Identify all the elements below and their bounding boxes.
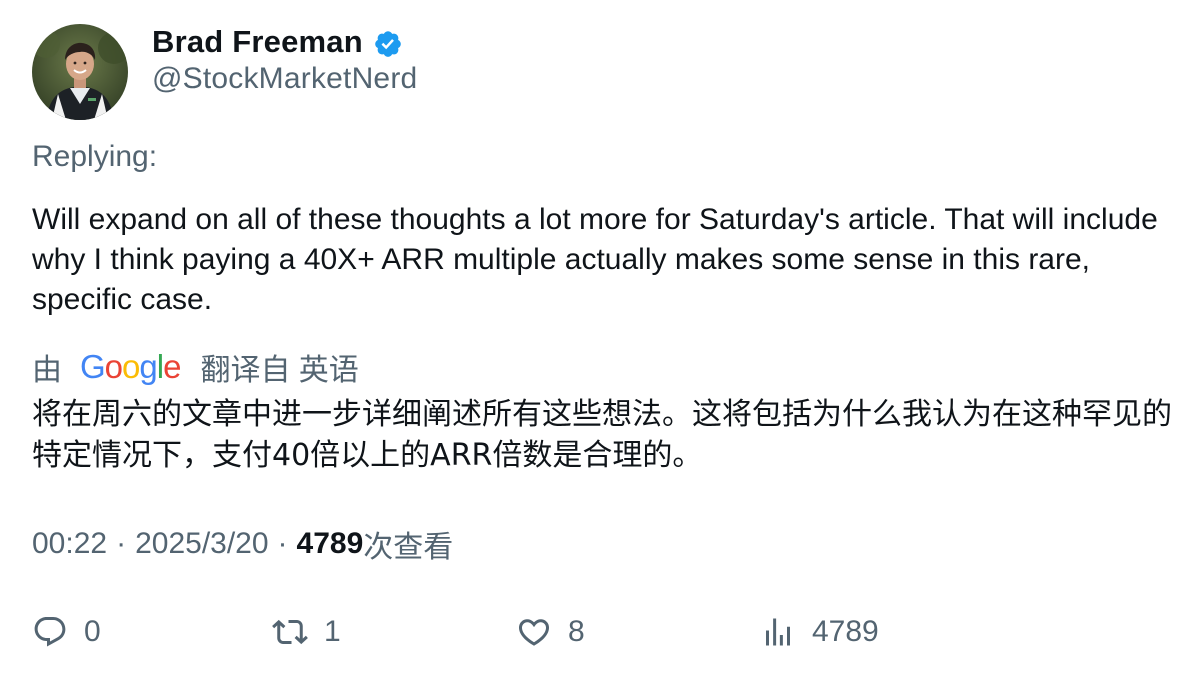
tweet-time[interactable]: 00:22 bbox=[32, 527, 107, 561]
views-count: 4789 bbox=[296, 527, 364, 560]
verified-badge-icon[interactable] bbox=[373, 29, 403, 59]
retweet-count: 1 bbox=[324, 615, 341, 648]
translation-attribution: 由 Google 翻译自 英语 bbox=[32, 346, 359, 388]
user-name-row: Brad Freeman bbox=[152, 22, 403, 62]
tweet-meta: 00:22 · 2025/3/20 · 4789 次查看 bbox=[32, 524, 453, 564]
google-logo-letter: e bbox=[163, 348, 181, 385]
translated-by-label: 由 bbox=[32, 354, 62, 387]
avatar-photo bbox=[32, 24, 128, 120]
views-label: 次查看 bbox=[363, 531, 454, 564]
meta-separator: · bbox=[116, 527, 127, 560]
translated-from-label[interactable]: 翻译自 英语 bbox=[200, 345, 358, 389]
like-count: 8 bbox=[568, 615, 585, 648]
google-logo-letter: g bbox=[139, 348, 157, 385]
tweet-actions: 0 1 8 4789 bbox=[32, 608, 1172, 656]
like-button[interactable]: 8 bbox=[516, 608, 585, 656]
display-name[interactable]: Brad Freeman bbox=[152, 24, 363, 60]
replying-label: Replying: bbox=[32, 140, 158, 173]
translated-text: 将在周六的文章中进一步详细阐述所有这些想法。这将包括为什么我认为在这种罕见的特定… bbox=[32, 397, 1172, 473]
avatar[interactable] bbox=[32, 24, 128, 120]
retweet-button[interactable]: 1 bbox=[272, 608, 341, 656]
google-logo-letter: o bbox=[122, 348, 140, 385]
retweet-icon bbox=[272, 619, 308, 645]
tweet-date[interactable]: 2025/3/20 bbox=[135, 527, 268, 561]
reply-count: 0 bbox=[84, 615, 101, 648]
like-icon bbox=[518, 619, 550, 646]
views-icon bbox=[766, 618, 790, 646]
meta-separator: · bbox=[277, 527, 288, 560]
tweet-text: Will expand on all of these thoughts a l… bbox=[32, 203, 1158, 316]
google-logo-letter: o bbox=[104, 348, 123, 385]
google-logo-letter: G bbox=[80, 348, 106, 385]
google-logo[interactable]: Google bbox=[80, 348, 181, 386]
views-action-count: 4789 bbox=[812, 615, 879, 648]
reply-icon bbox=[34, 617, 66, 647]
reply-button[interactable]: 0 bbox=[32, 608, 101, 656]
user-handle[interactable]: @StockMarketNerd bbox=[152, 62, 417, 96]
views-button[interactable]: 4789 bbox=[760, 608, 879, 656]
